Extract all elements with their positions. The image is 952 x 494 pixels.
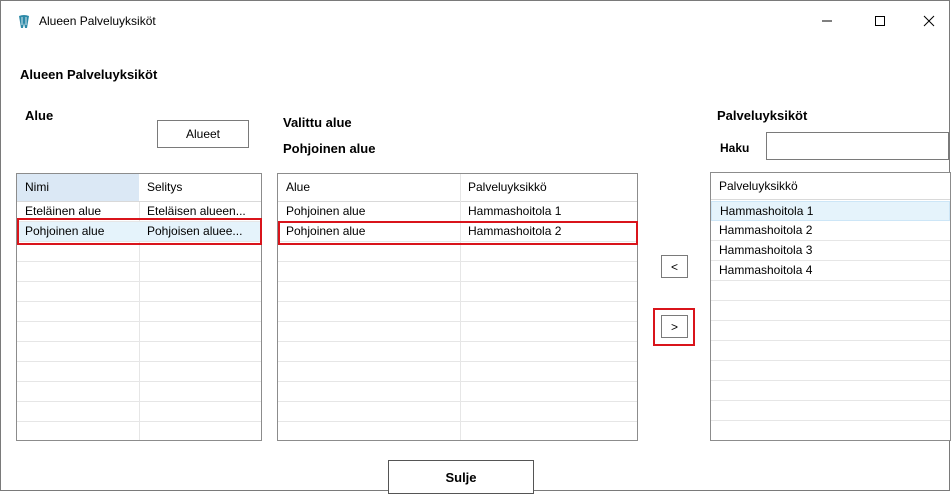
table-cell: Hammashoitola 1 [468,204,562,218]
list-item[interactable]: Hammashoitola 2 [711,221,950,241]
list-item-label: Hammashoitola 3 [719,243,813,257]
sulje-button[interactable]: Sulje [388,460,534,494]
palveluyksikot-heading: Palveluyksiköt [717,108,808,123]
minimize-icon [822,20,832,22]
maximize-button[interactable] [857,7,903,35]
column-header-nimi[interactable]: Nimi [17,174,139,201]
maximize-icon [875,16,885,26]
highlight-box [653,308,695,346]
list-header: Palveluyksikkö [711,173,950,200]
palveluyksikot-list: Palveluyksikkö Hammashoitola 1 Hammashoi… [710,172,951,441]
valittu-grid: Alue Palveluyksikkö Pohjoinen alue Hamma… [277,173,638,441]
page-title: Alueen Palveluyksiköt [20,67,158,82]
list-item[interactable]: Hammashoitola 4 [711,261,950,281]
search-label: Haku [720,141,750,155]
list-item-selected[interactable]: Hammashoitola 1 [711,201,950,221]
table-row[interactable]: Pohjoinen alue Hammashoitola 1 [278,202,637,222]
close-icon [923,15,935,27]
window-title: Alueen Palveluyksiköt [39,14,156,28]
tooth-icon [19,15,29,28]
highlight-box [17,218,262,245]
column-header-alue[interactable]: Alue [278,174,460,201]
list-item[interactable]: Hammashoitola 3 [711,241,950,261]
selected-area-name: Pohjoinen alue [283,141,376,156]
column-header-palveluyksikko[interactable]: Palveluyksikkö [460,174,637,201]
minimize-button[interactable] [804,7,850,35]
alueet-button[interactable]: Alueet [157,120,249,148]
valittu-alue-heading: Valittu alue [283,115,352,130]
column-header-selitys[interactable]: Selitys [139,174,261,201]
table-cell: Pohjoinen alue [286,204,366,218]
alue-grid-header: Nimi Selitys [17,174,261,202]
close-window-button[interactable] [906,7,952,35]
alue-grid: Nimi Selitys Eteläinen alue Eteläisen al… [16,173,262,441]
highlight-box [278,221,638,245]
title-bar: Alueen Palveluyksiköt [1,1,949,39]
search-input[interactable] [766,132,949,160]
list-item-label: Hammashoitola 2 [719,223,813,237]
move-left-button[interactable]: < [661,255,688,278]
alue-heading: Alue [25,108,54,123]
list-item-label: Hammashoitola 4 [719,263,813,277]
column-header-palveluyksikko[interactable]: Palveluyksikkö [711,173,950,199]
valittu-grid-header: Alue Palveluyksikkö [278,174,637,202]
app-window: Alueen Palveluyksiköt Alueen Palveluyksi… [0,0,951,494]
list-item-label: Hammashoitola 1 [720,204,814,218]
